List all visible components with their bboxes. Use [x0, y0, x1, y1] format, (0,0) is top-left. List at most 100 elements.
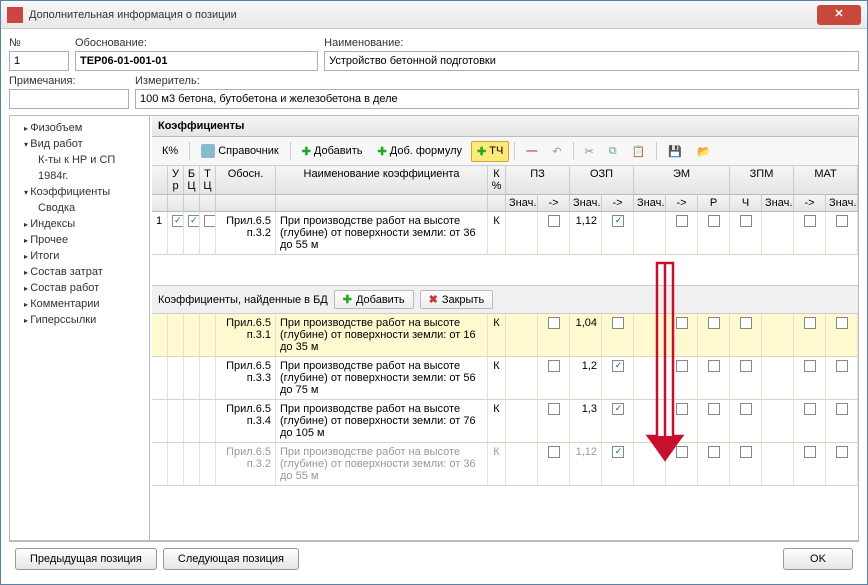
- checkbox[interactable]: [548, 403, 560, 415]
- delete-button[interactable]: —: [520, 141, 543, 161]
- plus-icon: ✚: [378, 145, 387, 158]
- found-title: Коэффициенты, найденные в БД: [158, 294, 328, 306]
- checkbox[interactable]: [740, 215, 752, 227]
- window-title: Дополнительная информация о позиции: [29, 9, 817, 21]
- next-button[interactable]: Следующая позиция: [163, 548, 299, 570]
- add-formula-button[interactable]: ✚Доб. формулу: [372, 141, 468, 162]
- reference-button[interactable]: Справочник: [195, 140, 285, 162]
- copy-button[interactable]: ⧉: [603, 141, 623, 162]
- checkbox[interactable]: [548, 360, 560, 372]
- checkbox[interactable]: [836, 403, 848, 415]
- table-row[interactable]: Прил.6.5 п.3.3При производстве работ на …: [152, 357, 858, 400]
- no-input[interactable]: [9, 51, 69, 71]
- unit-input[interactable]: [135, 89, 859, 109]
- checkbox[interactable]: [676, 403, 688, 415]
- checkbox[interactable]: [740, 446, 752, 458]
- found-grid: Прил.6.5 п.3.1При производстве работ на …: [152, 314, 858, 486]
- ok-button[interactable]: OK: [783, 548, 853, 570]
- checkbox[interactable]: [676, 215, 688, 227]
- sidebar-item[interactable]: Гиперссылки: [14, 312, 145, 328]
- checkbox[interactable]: [804, 317, 816, 329]
- basis-input[interactable]: [75, 51, 318, 71]
- add-button[interactable]: ✚Добавить: [296, 141, 369, 162]
- checkbox[interactable]: [676, 317, 688, 329]
- tc-button[interactable]: ✚ТЧ: [471, 141, 509, 162]
- undo-button[interactable]: ↶: [546, 141, 567, 162]
- table-row[interactable]: Прил.6.5 п.3.1При производстве работ на …: [152, 314, 858, 357]
- sidebar-item[interactable]: Коэффициенты: [14, 184, 145, 200]
- app-icon: [7, 7, 23, 23]
- minus-icon: —: [526, 145, 537, 157]
- checkbox[interactable]: [836, 317, 848, 329]
- checkbox[interactable]: [740, 360, 752, 372]
- checkbox[interactable]: [188, 215, 200, 227]
- checkbox[interactable]: [740, 403, 752, 415]
- footer: Предыдущая позиция Следующая позиция OK: [9, 541, 859, 576]
- checkbox[interactable]: [836, 215, 848, 227]
- basis-label: Обоснование:: [75, 37, 318, 49]
- plus-icon: ✚: [477, 145, 486, 158]
- plus-icon: ✚: [343, 293, 352, 306]
- checkbox[interactable]: [676, 446, 688, 458]
- checkbox[interactable]: [172, 215, 184, 227]
- checkbox[interactable]: [804, 403, 816, 415]
- checkbox[interactable]: [804, 360, 816, 372]
- checkbox[interactable]: [708, 403, 720, 415]
- checkbox[interactable]: [612, 403, 624, 415]
- checkbox[interactable]: [612, 215, 624, 227]
- no-label: №: [9, 37, 69, 49]
- sidebar-item[interactable]: Итоги: [14, 248, 145, 264]
- sidebar-item[interactable]: К-ты к НР и СП: [14, 152, 145, 168]
- close-icon: ✖: [429, 293, 438, 306]
- notes-input[interactable]: [9, 89, 129, 109]
- sidebar-item[interactable]: Прочее: [14, 232, 145, 248]
- checkbox[interactable]: [676, 360, 688, 372]
- close-button[interactable]: ✕: [817, 5, 861, 25]
- found-close-button[interactable]: ✖Закрыть: [420, 290, 494, 309]
- checkbox[interactable]: [548, 215, 560, 227]
- paste-button[interactable]: 📋: [626, 141, 652, 162]
- coeff-grid: У р Б Ц Т Ц Обосн. Наименование коэффици…: [152, 166, 858, 255]
- name-input[interactable]: [324, 51, 859, 71]
- sidebar-item[interactable]: 1984г.: [14, 168, 145, 184]
- found-add-button[interactable]: ✚Добавить: [334, 290, 414, 309]
- sidebar-item[interactable]: Состав затрат: [14, 264, 145, 280]
- cut-button[interactable]: ✂: [579, 141, 600, 162]
- prev-button[interactable]: Предыдущая позиция: [15, 548, 157, 570]
- notes-label: Примечания:: [9, 75, 129, 87]
- coeff-header: Коэффициенты: [152, 116, 858, 137]
- sidebar: ФизобъемВид работК-ты к НР и СП1984г.Коэ…: [10, 116, 150, 540]
- sidebar-item[interactable]: Состав работ: [14, 280, 145, 296]
- checkbox[interactable]: [204, 215, 216, 227]
- checkbox[interactable]: [804, 215, 816, 227]
- checkbox[interactable]: [548, 446, 560, 458]
- found-header: Коэффициенты, найденные в БД ✚Добавить ✖…: [152, 285, 858, 314]
- checkbox[interactable]: [836, 360, 848, 372]
- table-row[interactable]: 1Прил.6.5 п.3.2При производстве работ на…: [152, 212, 858, 255]
- checkbox[interactable]: [612, 446, 624, 458]
- checkbox[interactable]: [708, 317, 720, 329]
- sidebar-item[interactable]: Сводка: [14, 200, 145, 216]
- checkbox[interactable]: [804, 446, 816, 458]
- open-button[interactable]: 📂: [691, 141, 717, 162]
- titlebar: Дополнительная информация о позиции ✕: [1, 1, 867, 29]
- sidebar-item[interactable]: Физобъем: [14, 120, 145, 136]
- sidebar-item[interactable]: Вид работ: [14, 136, 145, 152]
- sidebar-item[interactable]: Индексы: [14, 216, 145, 232]
- plus-icon: ✚: [302, 145, 311, 158]
- unit-label: Измеритель:: [135, 75, 859, 87]
- sidebar-item[interactable]: Комментарии: [14, 296, 145, 312]
- checkbox[interactable]: [708, 360, 720, 372]
- checkbox[interactable]: [612, 317, 624, 329]
- checkbox[interactable]: [836, 446, 848, 458]
- table-row[interactable]: Прил.6.5 п.3.4При производстве работ на …: [152, 400, 858, 443]
- name-label: Наименование:: [324, 37, 859, 49]
- save-button[interactable]: 💾: [662, 141, 688, 162]
- checkbox[interactable]: [740, 317, 752, 329]
- checkbox[interactable]: [708, 215, 720, 227]
- table-row[interactable]: Прил.6.5 п.3.2При производстве работ на …: [152, 443, 858, 486]
- checkbox[interactable]: [612, 360, 624, 372]
- checkbox[interactable]: [548, 317, 560, 329]
- kpct-button[interactable]: К%: [156, 141, 184, 161]
- checkbox[interactable]: [708, 446, 720, 458]
